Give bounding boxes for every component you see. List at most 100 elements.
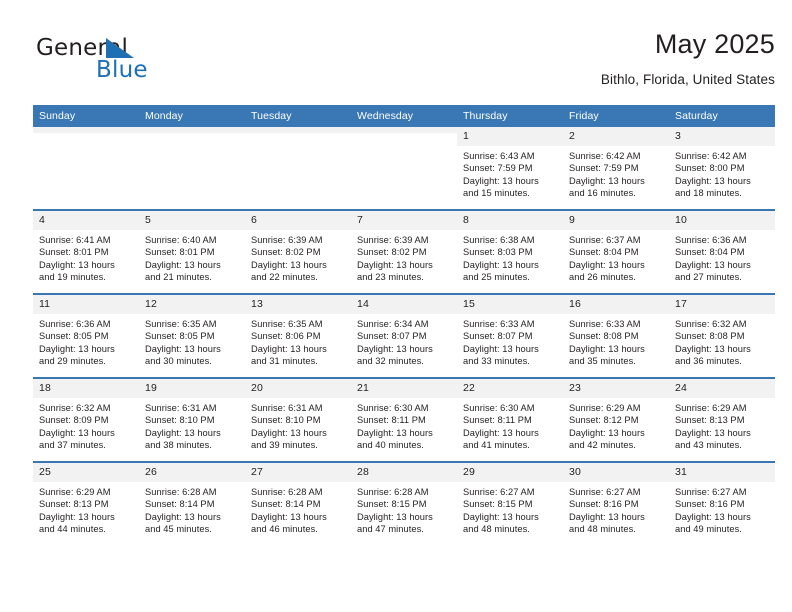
calendar-day-cell[interactable]: 14 Sunrise: 6:34 AM Sunset: 8:07 PM Dayligh…: [351, 293, 457, 378]
daylight-duration-line2: and 47 minutes.: [357, 524, 424, 535]
sunset-time: Sunset: 8:15 PM: [357, 499, 427, 510]
sunrise-time: Sunrise: 6:29 AM: [569, 403, 641, 413]
calendar-day-cell[interactable]: 19 Sunrise: 6:31 AM Sunset: 8:10 PM Dayligh…: [139, 377, 245, 462]
day-number: 3: [669, 127, 775, 146]
calendar-day-cell[interactable]: 16 Sunrise: 6:33 AM Sunset: 8:08 PM Dayligh…: [563, 293, 669, 378]
sunrise-time: Sunrise: 6:33 AM: [569, 319, 641, 329]
day-details: Sunrise: 6:40 AM Sunset: 8:01 PM Daylight:…: [139, 230, 245, 284]
calendar-day-cell-empty: [245, 127, 351, 210]
calendar-day-cell[interactable]: 2 Sunrise: 6:42 AM Sunset: 7:59 PM Daylight…: [563, 127, 669, 210]
daylight-duration-line2: and 44 minutes.: [39, 524, 106, 535]
daylight-duration-line2: and 31 minutes.: [251, 356, 318, 367]
daylight-duration-line1: Daylight: 13 hours: [463, 259, 539, 270]
day-details: Sunrise: 6:33 AM Sunset: 8:08 PM Daylight:…: [563, 314, 669, 368]
daylight-duration-line1: Daylight: 13 hours: [357, 511, 433, 522]
calendar-day-cell[interactable]: 8 Sunrise: 6:38 AM Sunset: 8:03 PM Daylight…: [457, 209, 563, 294]
day-details: Sunrise: 6:42 AM Sunset: 7:59 PM Daylight:…: [563, 146, 669, 200]
daylight-duration-line2: and 26 minutes.: [569, 272, 636, 283]
calendar-day-cell[interactable]: 15 Sunrise: 6:33 AM Sunset: 8:07 PM Dayligh…: [457, 293, 563, 378]
sunrise-time: Sunrise: 6:28 AM: [145, 487, 217, 497]
sunset-time: Sunset: 8:02 PM: [251, 247, 321, 258]
daylight-duration-line2: and 45 minutes.: [145, 524, 212, 535]
weekday-header-wednesday: Wednesday: [351, 105, 457, 127]
day-number: 7: [351, 211, 457, 230]
calendar-day-cell[interactable]: 3 Sunrise: 6:42 AM Sunset: 8:00 PM Daylight…: [669, 127, 775, 210]
day-details: Sunrise: 6:27 AM Sunset: 8:16 PM Daylight:…: [563, 482, 669, 536]
calendar-day-cell[interactable]: 24 Sunrise: 6:29 AM Sunset: 8:13 PM Dayligh…: [669, 377, 775, 462]
calendar-day-cell[interactable]: 25 Sunrise: 6:29 AM Sunset: 8:13 PM Dayligh…: [33, 461, 139, 545]
sunrise-time: Sunrise: 6:36 AM: [39, 319, 111, 329]
day-number: 24: [669, 379, 775, 398]
weekday-header-thursday: Thursday: [457, 105, 563, 127]
calendar-day-cell[interactable]: 23 Sunrise: 6:29 AM Sunset: 8:12 PM Dayligh…: [563, 377, 669, 462]
general-blue-logo[interactable]: General Blue: [36, 35, 216, 91]
calendar-day-cell[interactable]: 11 Sunrise: 6:36 AM Sunset: 8:05 PM Dayligh…: [33, 293, 139, 378]
calendar-day-cell[interactable]: 1 Sunrise: 6:43 AM Sunset: 7:59 PM Daylight…: [457, 127, 563, 210]
calendar-day-cell[interactable]: 30 Sunrise: 6:27 AM Sunset: 8:16 PM Dayligh…: [563, 461, 669, 545]
day-details: Sunrise: 6:32 AM Sunset: 8:08 PM Daylight:…: [669, 314, 775, 368]
calendar-day-cell[interactable]: 29 Sunrise: 6:27 AM Sunset: 8:15 PM Dayligh…: [457, 461, 563, 545]
sunrise-time: Sunrise: 6:28 AM: [357, 487, 429, 497]
calendar-day-cell[interactable]: 26 Sunrise: 6:28 AM Sunset: 8:14 PM Dayligh…: [139, 461, 245, 545]
calendar-day-cell[interactable]: 18 Sunrise: 6:32 AM Sunset: 8:09 PM Dayligh…: [33, 377, 139, 462]
daylight-duration-line2: and 29 minutes.: [39, 356, 106, 367]
sunset-time: Sunset: 8:03 PM: [463, 247, 533, 258]
sunset-time: Sunset: 8:10 PM: [145, 415, 215, 426]
calendar-week-row: 11 Sunrise: 6:36 AM Sunset: 8:05 PM Dayligh…: [33, 293, 775, 378]
day-number: 23: [563, 379, 669, 398]
day-number: 10: [669, 211, 775, 230]
calendar-day-cell[interactable]: 9 Sunrise: 6:37 AM Sunset: 8:04 PM Daylight…: [563, 209, 669, 294]
sunset-time: Sunset: 8:16 PM: [675, 499, 745, 510]
page-header: General Blue May 2025 Bithlo, Florida, U…: [33, 28, 775, 100]
sunrise-time: Sunrise: 6:30 AM: [357, 403, 429, 413]
daylight-duration-line1: Daylight: 13 hours: [145, 427, 221, 438]
sunset-time: Sunset: 8:08 PM: [675, 331, 745, 342]
calendar-day-cell[interactable]: 22 Sunrise: 6:30 AM Sunset: 8:11 PM Dayligh…: [457, 377, 563, 462]
calendar-day-cell[interactable]: 17 Sunrise: 6:32 AM Sunset: 8:08 PM Dayligh…: [669, 293, 775, 378]
sunset-time: Sunset: 8:14 PM: [251, 499, 321, 510]
sunrise-time: Sunrise: 6:27 AM: [463, 487, 535, 497]
daylight-duration-line2: and 15 minutes.: [463, 188, 530, 199]
daylight-duration-line1: Daylight: 13 hours: [569, 343, 645, 354]
calendar-day-cell[interactable]: 28 Sunrise: 6:28 AM Sunset: 8:15 PM Dayligh…: [351, 461, 457, 545]
day-number: [33, 127, 139, 133]
daylight-duration-line2: and 46 minutes.: [251, 524, 318, 535]
sunset-time: Sunset: 8:11 PM: [357, 415, 426, 426]
calendar-day-cell[interactable]: 5 Sunrise: 6:40 AM Sunset: 8:01 PM Daylight…: [139, 209, 245, 294]
day-number: 8: [457, 211, 563, 230]
daylight-duration-line1: Daylight: 13 hours: [675, 259, 751, 270]
calendar-day-cell[interactable]: 13 Sunrise: 6:35 AM Sunset: 8:06 PM Dayligh…: [245, 293, 351, 378]
daylight-duration-line2: and 33 minutes.: [463, 356, 530, 367]
logo-text-blue: Blue: [96, 57, 148, 83]
sunset-time: Sunset: 7:59 PM: [569, 163, 639, 174]
sunset-time: Sunset: 8:13 PM: [39, 499, 109, 510]
day-details: Sunrise: 6:29 AM Sunset: 8:12 PM Daylight:…: [563, 398, 669, 452]
day-number: 26: [139, 463, 245, 482]
sunset-time: Sunset: 8:11 PM: [463, 415, 532, 426]
calendar-day-cell[interactable]: 31 Sunrise: 6:27 AM Sunset: 8:16 PM Dayligh…: [669, 461, 775, 545]
calendar-day-cell[interactable]: 10 Sunrise: 6:36 AM Sunset: 8:04 PM Dayligh…: [669, 209, 775, 294]
day-number: 5: [139, 211, 245, 230]
daylight-duration-line2: and 48 minutes.: [569, 524, 636, 535]
daylight-duration-line2: and 38 minutes.: [145, 440, 212, 451]
day-number: 17: [669, 295, 775, 314]
sunrise-time: Sunrise: 6:32 AM: [675, 319, 747, 329]
sunset-time: Sunset: 8:05 PM: [145, 331, 215, 342]
daylight-duration-line1: Daylight: 13 hours: [39, 343, 115, 354]
day-details: Sunrise: 6:36 AM Sunset: 8:04 PM Daylight:…: [669, 230, 775, 284]
daylight-duration-line1: Daylight: 13 hours: [675, 175, 751, 186]
calendar-day-cell[interactable]: 27 Sunrise: 6:28 AM Sunset: 8:14 PM Dayligh…: [245, 461, 351, 545]
day-number: 4: [33, 211, 139, 230]
calendar-day-cell[interactable]: 12 Sunrise: 6:35 AM Sunset: 8:05 PM Dayligh…: [139, 293, 245, 378]
calendar-day-cell[interactable]: 7 Sunrise: 6:39 AM Sunset: 8:02 PM Daylight…: [351, 209, 457, 294]
day-details: Sunrise: 6:31 AM Sunset: 8:10 PM Daylight:…: [139, 398, 245, 452]
calendar-day-cell[interactable]: 6 Sunrise: 6:39 AM Sunset: 8:02 PM Daylight…: [245, 209, 351, 294]
daylight-duration-line1: Daylight: 13 hours: [251, 511, 327, 522]
calendar-day-cell[interactable]: 21 Sunrise: 6:30 AM Sunset: 8:11 PM Dayligh…: [351, 377, 457, 462]
calendar-day-cell[interactable]: 4 Sunrise: 6:41 AM Sunset: 8:01 PM Daylight…: [33, 209, 139, 294]
sunset-time: Sunset: 8:06 PM: [251, 331, 321, 342]
calendar-day-cell[interactable]: 20 Sunrise: 6:31 AM Sunset: 8:10 PM Dayligh…: [245, 377, 351, 462]
weekday-header-friday: Friday: [563, 105, 669, 127]
daylight-duration-line2: and 25 minutes.: [463, 272, 530, 283]
day-number: 18: [33, 379, 139, 398]
